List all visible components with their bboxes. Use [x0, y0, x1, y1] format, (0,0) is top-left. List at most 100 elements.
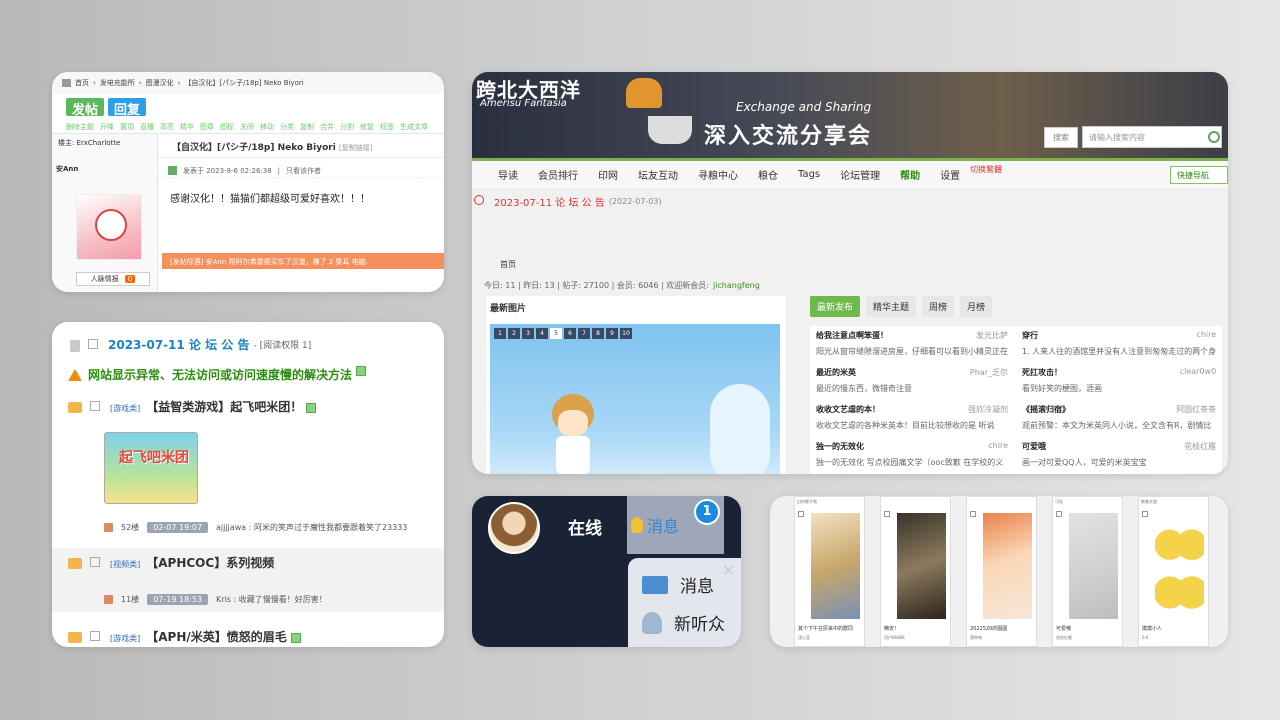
thread-title[interactable]: 【APHCOC】系列视频 — [146, 556, 274, 570]
select-checkbox[interactable] — [88, 339, 98, 349]
post-author[interactable]: clear0w0 — [1180, 367, 1216, 378]
select-checkbox[interactable] — [1056, 511, 1062, 517]
nav-item[interactable]: 坛友互动 — [638, 167, 678, 182]
nav-item[interactable]: 设置 — [940, 167, 960, 182]
pager-item[interactable]: 4 — [536, 328, 548, 339]
card-caption[interactable]: 2022520的图图 — [970, 625, 1007, 632]
breadcrumb-item[interactable]: 图漫汉化 — [146, 78, 174, 88]
gallery-card[interactable]: 精安！ 用户86888 — [880, 496, 951, 647]
select-checkbox[interactable] — [1142, 511, 1148, 517]
post-title[interactable]: 可爱哦 — [1022, 441, 1046, 452]
post-item[interactable]: 可爱哦 花枝红雁 画一对可爱QQ人，可爱的米英宝宝 — [1022, 441, 1216, 474]
pager-item[interactable]: 3 — [522, 328, 534, 339]
mod-action[interactable]: 合并 — [320, 122, 334, 132]
search-icon[interactable] — [1208, 131, 1220, 143]
mod-action[interactable]: 移动 — [260, 122, 274, 132]
gallery-thumbnail[interactable] — [811, 513, 860, 619]
gallery-thumbnail[interactable] — [1069, 513, 1118, 619]
tab-featured[interactable]: 精华主题 — [866, 296, 917, 317]
quick-nav-button[interactable]: 快捷导航 — [1170, 166, 1228, 184]
nav-item[interactable]: 论坛管理 — [840, 167, 880, 182]
post-title[interactable]: 死扛攻击！ — [1022, 367, 1062, 378]
nav-item[interactable]: 导读 — [498, 167, 518, 182]
select-checkbox[interactable] — [884, 511, 890, 517]
select-checkbox[interactable] — [90, 631, 100, 641]
card-caption[interactable]: 精安！ — [884, 625, 899, 632]
post-author[interactable]: chire — [988, 441, 1008, 452]
avatar[interactable] — [76, 194, 142, 260]
pager-item[interactable]: 7 — [578, 328, 590, 339]
home-icon[interactable] — [62, 79, 71, 87]
post-title[interactable]: 独一的无效化 — [816, 441, 864, 452]
gallery-card[interactable]: 旧的梗子格 其个下午在原来中的群同 湮心蓝 — [794, 496, 865, 647]
last-reply[interactable]: ajjjjawa : 阿米的笑声过于魔性我都要跟着笑了23333 — [216, 522, 407, 533]
post-title[interactable]: 最近的米英 — [816, 367, 856, 378]
menu-item-new-followers[interactable]: 新听众 — [642, 610, 725, 635]
thread-title[interactable]: 【APH/米英】愤怒的眉毛 — [146, 630, 287, 644]
search-input[interactable]: 请输入搜索内容 — [1082, 126, 1222, 148]
post-item[interactable]: 收收文艺虐的本！ 强欣冷凝剂 收收文艺虐的各种米英本！目前比较想收的是 听说 — [816, 404, 1008, 441]
card-author[interactable]: 用户86888 — [884, 635, 905, 641]
breadcrumb-item[interactable]: 发电充能所 — [100, 78, 135, 88]
mod-action[interactable]: 直播 — [140, 122, 154, 132]
nav-item[interactable]: 寻粮中心 — [698, 167, 738, 182]
select-checkbox[interactable] — [90, 401, 100, 411]
copy-link[interactable]: [复制链接] — [339, 144, 372, 152]
breadcrumb-item[interactable]: 【自汉化】[パシ子/18p] Neko Biyori — [184, 78, 303, 88]
gallery-thumbnail[interactable] — [983, 513, 1032, 619]
gallery-thumbnail[interactable] — [897, 513, 946, 619]
category-tag[interactable]: [游戏类] — [110, 634, 140, 643]
tab-monthly[interactable]: 月榜 — [960, 296, 993, 317]
mod-action[interactable]: 分割 — [340, 122, 354, 132]
card-caption[interactable]: 可爱哦 — [1056, 625, 1071, 632]
card-author[interactable]: 花枝红雁 — [1056, 635, 1072, 641]
mod-action[interactable]: 精华 — [180, 122, 194, 132]
gallery-thumbnail[interactable] — [1155, 513, 1204, 619]
post-item[interactable]: 《摇滚归宿》 阿圆红茶茶 观前预警：本文为米英同人小说，全文含有R，剧情比 — [1022, 404, 1216, 441]
pager-item[interactable]: 1 — [494, 328, 506, 339]
announcement-title[interactable]: 2023-07-11 论 坛 公 告 — [108, 336, 249, 353]
thread-row[interactable]: [视频类] 【APHCOC】系列视频 — [52, 554, 274, 571]
breadcrumb-home[interactable]: 首页 — [500, 259, 516, 270]
tab-latest[interactable]: 最新发布 — [810, 296, 861, 317]
category-tag[interactable]: [游戏类] — [110, 404, 140, 413]
mod-action[interactable]: 图标 — [220, 122, 234, 132]
last-reply[interactable]: Kris : 收藏了慢慢看！好厉害！ — [216, 594, 327, 605]
pager-item-active[interactable]: 5 — [550, 328, 562, 339]
post-item[interactable]: 独一的无效化 chire 独一的无效化 写点校园痛文学（ooc致歉 在学校的义 — [816, 441, 1008, 474]
select-checkbox[interactable] — [798, 511, 804, 517]
switch-traditional[interactable]: 切换繁體 — [970, 164, 1002, 175]
post-title[interactable]: 收收文艺虐的本！ — [816, 404, 880, 415]
notice-title[interactable]: 2023-07-11 论 坛 公 告 — [494, 194, 605, 209]
reply-button[interactable]: 回复 — [108, 98, 147, 118]
card-author[interactable]: 莫种帝 — [970, 635, 982, 641]
mod-action[interactable]: 复制 — [300, 122, 314, 132]
card-caption[interactable]: 其个下午在原来中的群同 — [798, 625, 853, 632]
post-author[interactable]: chire — [1196, 330, 1216, 341]
mod-action[interactable]: 升降 — [100, 122, 114, 132]
search-type-select[interactable]: 搜索 — [1044, 126, 1078, 148]
gallery-card[interactable]: 可现 可爱哦 花枝红雁 — [1052, 496, 1123, 647]
post-item[interactable]: 最近的米英 Phar_乏尔 最近的慢东西，微错奇注意 — [816, 367, 1008, 404]
nav-item[interactable]: 粮仓 — [758, 167, 778, 182]
post-author[interactable]: 花枝红雁 — [1184, 441, 1216, 452]
select-checkbox[interactable] — [970, 511, 976, 517]
mod-action[interactable]: 删除主题 — [66, 122, 94, 132]
post-author[interactable]: 发光比萨 — [976, 330, 1008, 341]
mod-action[interactable]: 关闭 — [240, 122, 254, 132]
announcement-row[interactable]: 2023-07-11 论 坛 公 告 - [阅读权限 1] — [52, 336, 311, 353]
new-member-link[interactable]: jichangfeng — [713, 281, 760, 290]
pager-item[interactable]: 8 — [592, 328, 604, 339]
mod-action[interactable]: 图章 — [200, 122, 214, 132]
post-item[interactable]: 给我注意点啊笨蛋！ 发光比萨 阳光从窗帘缝隙溜进房屋，仔细看可以看到小精灵正在 — [816, 330, 1008, 367]
post-author[interactable]: 阿圆红茶茶 — [1176, 404, 1216, 415]
pager-item[interactable]: 2 — [508, 328, 520, 339]
post-author[interactable]: Phar_乏尔 — [970, 367, 1008, 378]
pager-item[interactable]: 9 — [606, 328, 618, 339]
tab-weekly[interactable]: 周榜 — [922, 296, 955, 317]
mod-action[interactable]: 高亮 — [160, 122, 174, 132]
nav-item[interactable]: 印网 — [598, 167, 618, 182]
card-caption[interactable]: 摸摸小人 — [1142, 625, 1162, 632]
pager-item[interactable]: 6 — [564, 328, 576, 339]
post-title[interactable]: 《摇滚归宿》 — [1022, 404, 1070, 415]
